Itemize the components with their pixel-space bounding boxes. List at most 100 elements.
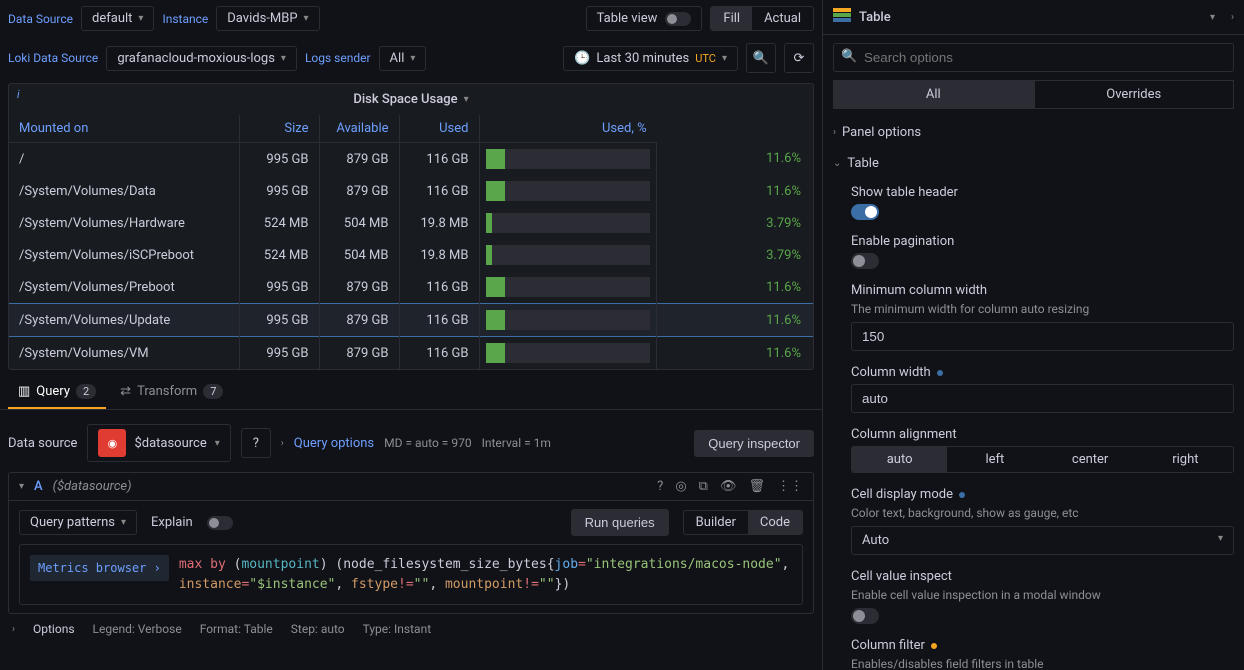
table-row[interactable]: /System/Volumes/Update995 GB879 GB116 GB…: [9, 304, 813, 337]
panel-options-category[interactable]: › Panel options: [833, 117, 1234, 148]
mount-cell: /: [9, 143, 239, 176]
min-col-input[interactable]: [851, 322, 1234, 351]
col-align-label: Column alignment: [851, 427, 1234, 442]
size-cell: 524 MB: [239, 239, 319, 271]
cell-inspect-toggle[interactable]: [851, 608, 879, 624]
bar-cell: [479, 143, 657, 176]
align-center-button[interactable]: center: [1043, 447, 1138, 472]
table-category[interactable]: ⌄ Table: [833, 148, 1234, 179]
table-row[interactable]: /System/Volumes/Hardware524 MB504 MB19.8…: [9, 207, 813, 239]
table-header[interactable]: Used, %: [479, 115, 657, 143]
copy-icon[interactable]: ⧉: [699, 479, 708, 494]
chevron-right-icon[interactable]: ›: [281, 438, 284, 449]
chevron-down-icon: ▾: [138, 13, 143, 24]
tab-all[interactable]: All: [833, 80, 1034, 109]
pct-cell: 11.6%: [657, 271, 813, 304]
used-cell: 116 GB: [399, 337, 479, 370]
code-button[interactable]: Code: [748, 511, 802, 534]
query-letter: A: [34, 479, 43, 494]
data-source-label[interactable]: Data Source: [8, 12, 73, 26]
chevron-right-icon[interactable]: ›: [12, 624, 15, 635]
query-options-link[interactable]: Query options: [294, 436, 374, 451]
show-header-toggle[interactable]: [851, 204, 879, 220]
table-header[interactable]: Size: [239, 115, 319, 143]
mount-cell: /System/Volumes/Hardware: [9, 207, 239, 239]
query-ds-value: $datasource: [134, 436, 206, 451]
instance-label[interactable]: Instance: [162, 12, 208, 26]
col-width-input[interactable]: [851, 384, 1234, 413]
align-right-button[interactable]: right: [1138, 447, 1233, 472]
chevron-down-icon[interactable]: ▾: [464, 94, 469, 105]
tab-overrides[interactable]: Overrides: [1034, 80, 1235, 109]
data-source-value: default: [92, 11, 132, 26]
search-input[interactable]: [833, 43, 1234, 72]
query-inspector-button[interactable]: Query inspector: [694, 430, 814, 457]
table-view-toggle[interactable]: [665, 12, 691, 26]
explain-toggle[interactable]: [207, 516, 233, 530]
used-cell: 116 GB: [399, 175, 479, 207]
chevron-down-icon: ▾: [121, 517, 126, 528]
data-source-select[interactable]: default ▾: [81, 6, 154, 31]
cell-display-desc: Color text, background, show as gauge, e…: [851, 506, 1234, 520]
table-header[interactable]: Available: [319, 115, 399, 143]
tab-transform[interactable]: ⇄ Transform 7: [110, 376, 233, 409]
run-queries-button[interactable]: Run queries: [571, 509, 669, 536]
query-patterns-select[interactable]: Query patterns ▾: [19, 510, 137, 535]
time-picker[interactable]: 🕒 Last 30 minutes UTC ▾: [563, 46, 738, 71]
min-col-label: Minimum column width: [851, 283, 1234, 298]
logs-sender-value: All: [390, 51, 405, 66]
refresh-icon[interactable]: ⟳: [784, 43, 814, 73]
ds-help-icon[interactable]: ?: [241, 428, 271, 458]
clock-icon: 🕒: [574, 51, 590, 66]
tab-query[interactable]: ▥ Query 2: [8, 376, 106, 409]
table-row[interactable]: /995 GB879 GB116 GB11.6%: [9, 143, 813, 176]
metrics-browser-button[interactable]: Metrics browser ›: [30, 555, 169, 581]
zoom-out-icon[interactable]: 🔍: [746, 43, 776, 73]
panel-info-icon[interactable]: i: [9, 84, 28, 105]
explain-label: Explain: [151, 515, 193, 530]
fill-button[interactable]: Fill: [711, 7, 752, 30]
chevron-down-icon: ▾: [281, 53, 286, 64]
cell-display-select[interactable]: Auto ▾: [851, 526, 1234, 555]
chevron-down-icon[interactable]: ▾: [19, 481, 24, 492]
pagination-toggle[interactable]: [851, 253, 879, 269]
fill-actual-group: Fill Actual: [710, 6, 814, 31]
help-icon[interactable]: ?: [657, 479, 663, 494]
code-editor[interactable]: Metrics browser › max by (mountpoint) (n…: [19, 544, 803, 605]
disable-icon[interactable]: ◎: [675, 479, 686, 494]
align-left-button[interactable]: left: [947, 447, 1042, 472]
trash-icon[interactable]: 🗑: [748, 479, 765, 494]
actual-button[interactable]: Actual: [752, 7, 813, 30]
instance-select[interactable]: Davids-MBP ▾: [216, 6, 319, 31]
col-width-label: Column width: [851, 365, 931, 380]
options-label[interactable]: Options: [33, 622, 75, 636]
table-row[interactable]: /System/Volumes/iSCPreboot524 MB504 MB19…: [9, 239, 813, 271]
size-cell: 995 GB: [239, 271, 319, 304]
logs-sender-label[interactable]: Logs sender: [305, 51, 371, 65]
chevron-right-icon[interactable]: ›: [1231, 12, 1234, 23]
table-row[interactable]: /System/Volumes/Preboot995 GB879 GB116 G…: [9, 271, 813, 304]
logs-sender-select[interactable]: All ▾: [379, 46, 427, 71]
eye-icon[interactable]: 👁: [720, 479, 737, 494]
pct-cell: 11.6%: [657, 304, 813, 337]
align-auto-button[interactable]: auto: [852, 447, 947, 472]
table-header[interactable]: Mounted on: [9, 115, 239, 143]
chevron-down-icon: ⌄: [833, 158, 841, 169]
loki-ds-label[interactable]: Loki Data Source: [8, 51, 98, 65]
query-name: ($datasource): [53, 479, 132, 494]
table-header[interactable]: Used: [399, 115, 479, 143]
loki-ds-select[interactable]: grafanacloud-moxious-logs ▾: [106, 46, 297, 71]
drag-icon[interactable]: ⋮⋮: [777, 479, 803, 494]
chevron-down-icon[interactable]: ▾: [1210, 12, 1215, 23]
bar-cell: [479, 239, 657, 271]
time-tz: UTC: [695, 52, 716, 65]
format-label: Format: Table: [200, 622, 273, 636]
avail-cell: 879 GB: [319, 175, 399, 207]
table-row[interactable]: /System/Volumes/Data995 GB879 GB116 GB11…: [9, 175, 813, 207]
pct-cell: 3.79%: [657, 207, 813, 239]
query-ds-select[interactable]: ◉ $datasource ▾: [87, 424, 230, 462]
table-row[interactable]: /System/Volumes/VM995 GB879 GB116 GB11.6…: [9, 337, 813, 370]
pct-cell: 11.6%: [657, 337, 813, 370]
builder-button[interactable]: Builder: [684, 511, 748, 534]
size-cell: 995 GB: [239, 175, 319, 207]
